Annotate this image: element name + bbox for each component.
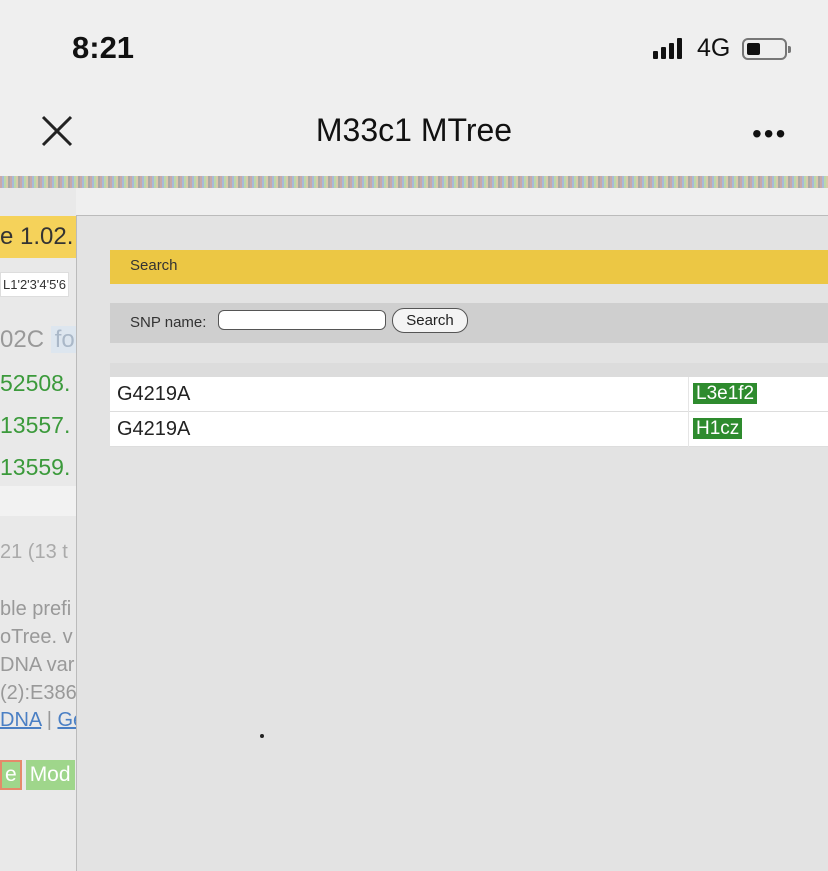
paragraph-line: (2):E386: [0, 682, 76, 704]
network-type: 4G: [697, 34, 731, 62]
green-line[interactable]: 13559.: [0, 454, 70, 481]
table-row[interactable]: G4219A L3e1f2: [110, 377, 828, 412]
paragraph-line: DNA var: [0, 654, 75, 676]
progress-stripe: [0, 176, 828, 188]
search-header-title: Search: [130, 257, 178, 274]
code-text: 02C: [0, 326, 45, 353]
green-line[interactable]: 13557.: [0, 412, 70, 439]
table-row[interactable]: G4219A H1cz: [110, 412, 828, 447]
signal-icon: [653, 38, 682, 59]
version-banner: e 1.02.: [0, 216, 76, 258]
search-header: Search: [110, 250, 828, 284]
bg-button-row: e Mod: [0, 760, 75, 790]
search-dialog: Search SNP name: Search G4219A L3e1f2 G4…: [76, 215, 828, 871]
haplogroup-link[interactable]: L3e1f2: [693, 383, 758, 404]
search-button[interactable]: Search: [392, 308, 468, 333]
search-form: SNP name: Search: [110, 303, 828, 343]
code-line: 02C fo: [0, 326, 76, 354]
snp-input[interactable]: [218, 310, 386, 330]
ge-link[interactable]: Ge: [57, 709, 76, 731]
column-divider: [688, 377, 689, 412]
results-header: [110, 363, 828, 377]
separator: [0, 486, 76, 516]
dna-link[interactable]: DNA: [0, 709, 41, 731]
paragraph-line: oTree. v: [0, 626, 73, 648]
code-highlight: fo: [50, 326, 76, 353]
battery-icon: [742, 38, 791, 60]
dot: [260, 734, 264, 738]
links-line: DNA | Ge: [0, 709, 76, 732]
tree-tabs[interactable]: L1'2'3'4'5'6: [0, 272, 70, 297]
clock: 8:21: [72, 30, 135, 65]
snp-cell: G4219A: [117, 418, 191, 440]
page-title: M33c1 MTree: [315, 112, 513, 148]
paragraph-line: ble prefi: [0, 598, 72, 620]
results-table: G4219A L3e1f2 G4219A H1cz: [110, 377, 828, 447]
link-separator: |: [46, 709, 52, 731]
column-divider: [688, 412, 689, 447]
status-bar: 8:21 4G: [0, 0, 828, 100]
snp-label: SNP name:: [130, 314, 207, 331]
count-text: 21 (13 t: [0, 541, 68, 563]
haplogroup-link[interactable]: H1cz: [693, 418, 743, 439]
mod-button[interactable]: Mod: [25, 760, 75, 790]
bg-button[interactable]: e: [0, 760, 22, 790]
snp-cell: G4219A: [117, 383, 191, 405]
green-line[interactable]: 52508.: [0, 370, 70, 397]
background-page: e 1.02. L1'2'3'4'5'6 02C fo 52508. 13557…: [0, 188, 76, 871]
more-options-icon[interactable]: •••: [752, 118, 787, 150]
